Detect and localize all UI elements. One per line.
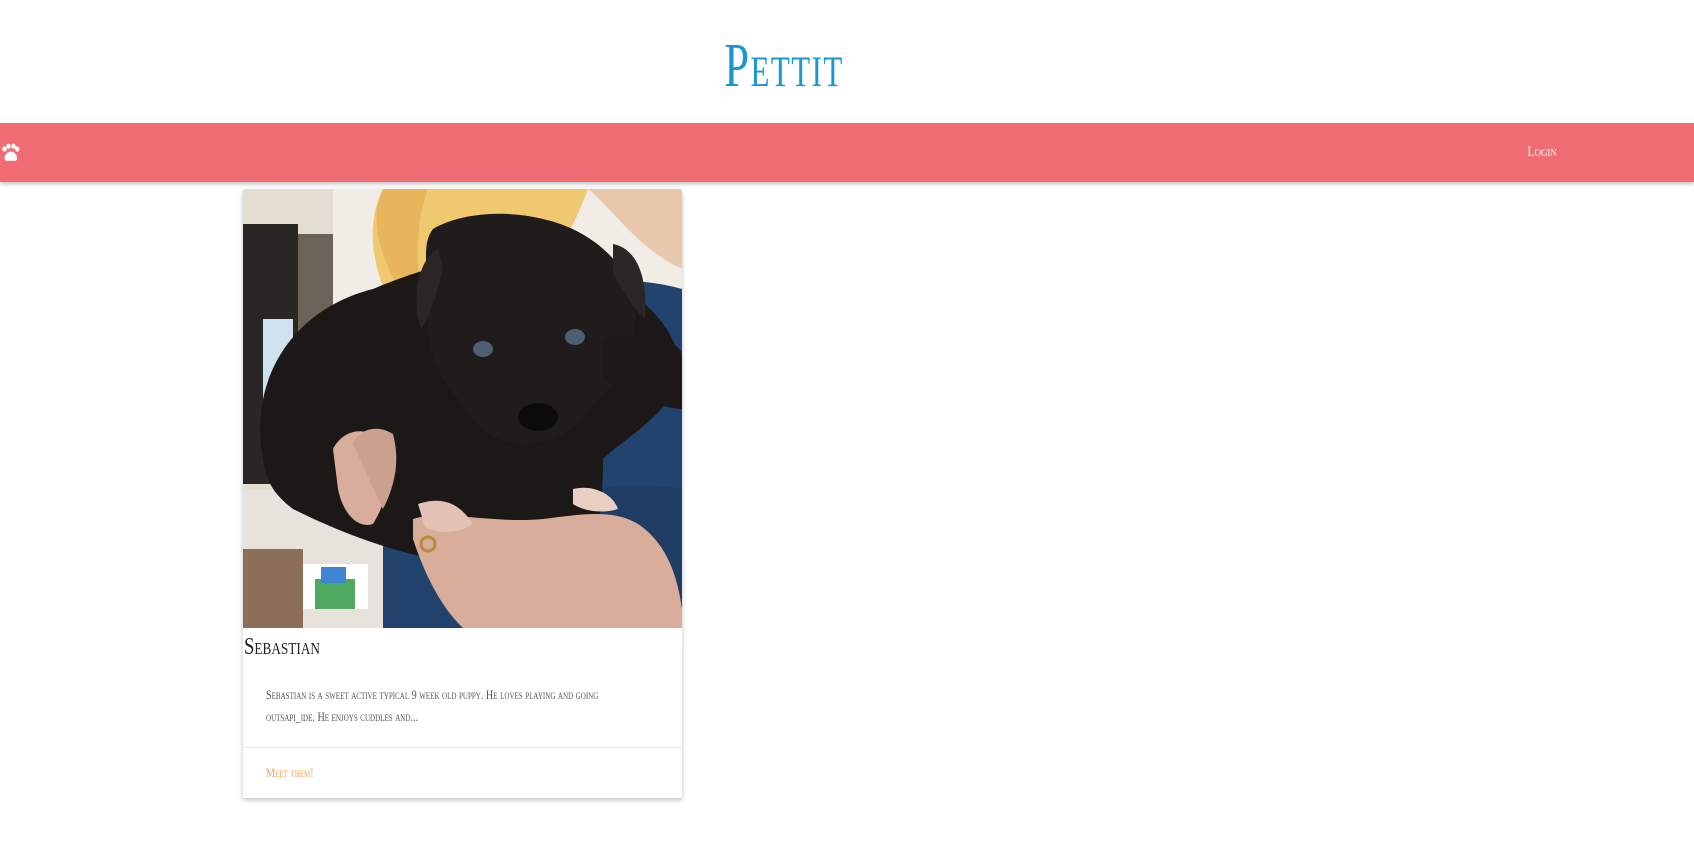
pet-name: Sebastian	[244, 634, 320, 660]
card-divider	[243, 747, 682, 748]
paw-icon[interactable]	[0, 143, 20, 163]
site-header: Pettit	[0, 0, 1694, 123]
pet-photo[interactable]	[243, 189, 682, 628]
navbar	[0, 123, 1694, 182]
site-title: Pettit	[724, 32, 844, 100]
login-link[interactable]: Login	[1528, 143, 1557, 161]
meet-them-link[interactable]: Meet them!	[266, 764, 314, 782]
pet-description: Sebastian is a sweet active typical 9 we…	[266, 687, 599, 724]
